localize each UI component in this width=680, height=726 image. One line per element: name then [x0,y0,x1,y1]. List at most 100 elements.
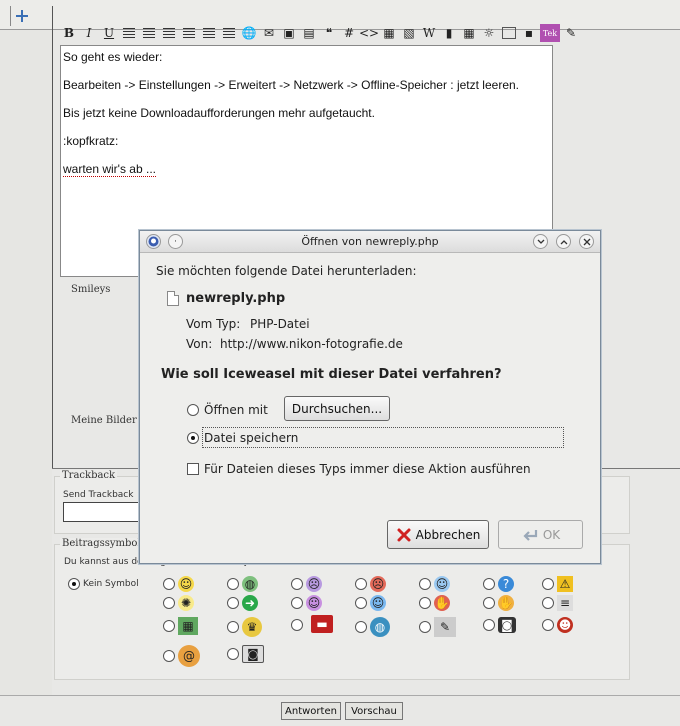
arrow-right-icon: ➜ [242,595,258,611]
open-with-radio[interactable] [187,404,199,416]
bold-button[interactable]: B [60,24,78,42]
warning-icon: ⚠ [557,576,573,592]
symbol-option[interactable]: ✋ [419,595,450,611]
question-icon: ? [498,576,514,592]
symbol-option[interactable]: ✺ [163,595,194,611]
book-icon: ▬ [311,615,333,633]
note-icon: ≡ [557,595,573,611]
reply-button[interactable]: Antworten [281,702,341,720]
happy-icon: ☺ [306,595,322,611]
symbol-option[interactable]: ☻ [542,617,573,633]
cancel-button[interactable]: Abbrechen [387,520,489,549]
maximize-icon[interactable] [556,234,571,249]
type-value: PHP-Datei [250,317,310,331]
ordered-list-icon[interactable] [180,24,198,42]
editor-line-3: Bis jetzt keine Downloadaufforderungen m… [63,106,375,120]
post-icon-legend: Beitragssymbole [60,538,149,549]
no-symbol-radio[interactable] [68,578,80,590]
ok-button[interactable]: OK [498,520,583,549]
symbol-option[interactable]: ✋ [483,595,514,611]
globe-link-icon[interactable]: 🌐 [240,24,258,42]
symbol-option[interactable]: ☹ [355,576,386,592]
hash-button[interactable]: # [340,24,358,42]
wiki-button[interactable]: W [420,24,438,42]
symbol-option[interactable]: ♛ [227,617,262,637]
editor-line-5: warten wir's ab ... [63,162,156,177]
symbol-option[interactable]: ☹ [291,576,322,592]
left-pane [0,30,52,695]
close-icon[interactable] [579,234,594,249]
table-icon[interactable]: ▦ [460,24,478,42]
ok-label: OK [542,527,561,542]
quote-icon[interactable]: ❝ [320,24,338,42]
file-name: newreply.php [186,291,286,306]
angry-icon: ☹ [370,576,386,592]
file-icon [167,291,179,306]
italic-button[interactable]: I [80,24,98,42]
pen-icon[interactable]: ✎ [562,24,580,42]
lightbulb-icon: ✺ [178,595,194,611]
smile-icon: ☺ [178,576,194,592]
symbol-option[interactable]: ☺ [419,576,450,592]
landscape-icon: ▦ [178,617,198,635]
globe-icon: ◍ [242,576,258,592]
symbol-option[interactable]: ➜ [227,595,258,611]
symbol-option[interactable]: ≡ [542,595,573,611]
save-file-radio[interactable] [187,432,199,444]
add-icon[interactable] [10,6,32,26]
editor-line-4: :kopfkratz: [63,134,119,148]
browse-button[interactable]: Durchsuchen... [284,396,390,421]
dialog-question: Wie soll Iceweasel mit dieser Datei verf… [161,367,502,382]
align-right-icon[interactable] [160,24,178,42]
minimize-icon[interactable] [533,234,548,249]
symbol-option: ▬ [311,615,333,633]
save-file-option[interactable]: Datei speichern [187,431,298,445]
dialog-title: Öffnen von newreply.php [301,235,439,248]
symbol-option[interactable]: ◍ [227,576,258,592]
always-checkbox[interactable] [187,463,199,475]
picture-icon[interactable]: ▤ [300,24,318,42]
symbol-option[interactable]: ⚠ [542,576,573,592]
symbol-option[interactable]: ☺ [355,595,386,611]
no-symbol-option[interactable]: Kein Symbol [68,578,139,590]
symbol-option[interactable]: ☺ [163,576,194,592]
highlight-icon[interactable]: ☼ [480,24,498,42]
photo-icon[interactable]: ▧ [400,24,418,42]
symbol-option[interactable]: ◙ [483,617,516,633]
smileys-label: Smileys [71,284,111,295]
symbol-option[interactable]: ◙ [227,645,264,663]
dialog-titlebar[interactable]: · Öffnen von newreply.php [140,231,600,253]
preview-button[interactable]: Vorschau [345,702,403,720]
align-center-icon[interactable] [140,24,158,42]
trophy-icon: ♛ [242,617,262,637]
email-icon[interactable]: ✉ [260,24,278,42]
unordered-list-icon[interactable] [200,24,218,42]
symbol-option[interactable]: ? [483,576,514,592]
tex-button[interactable]: Tek [540,24,560,42]
always-option[interactable]: Für Dateien dieses Typs immer diese Akti… [187,462,531,476]
cool-icon: ☺ [434,576,450,592]
box-icon[interactable] [500,24,518,42]
ok-icon [523,529,537,541]
php-icon[interactable]: ▦ [380,24,398,42]
symbol-option[interactable] [291,619,303,631]
symbol-option[interactable]: ✎ [419,617,456,637]
code-button[interactable]: <> [359,24,379,42]
indent-icon[interactable] [220,24,238,42]
symbol-option[interactable]: ◍ [355,617,390,637]
snail-icon: @ [178,645,200,667]
underline-button[interactable]: U [100,24,118,42]
align-left-icon[interactable] [120,24,138,42]
chart-icon[interactable]: ▮ [440,24,458,42]
open-with-option[interactable]: Öffnen mit [187,403,268,417]
symbol-option[interactable]: ☺ [291,595,322,611]
camera-icon: ◙ [498,617,516,633]
browse-label: Durchsuchen... [291,401,383,416]
dialog-intro: Sie möchten folgende Datei herunterladen… [156,264,417,278]
color-icon[interactable]: ▪ [520,24,538,42]
image-icon[interactable]: ▣ [280,24,298,42]
from-label: Von: [186,337,213,351]
symbol-option[interactable]: @ [163,645,200,667]
trackback-input[interactable] [63,502,143,522]
symbol-option[interactable]: ▦ [163,617,198,635]
